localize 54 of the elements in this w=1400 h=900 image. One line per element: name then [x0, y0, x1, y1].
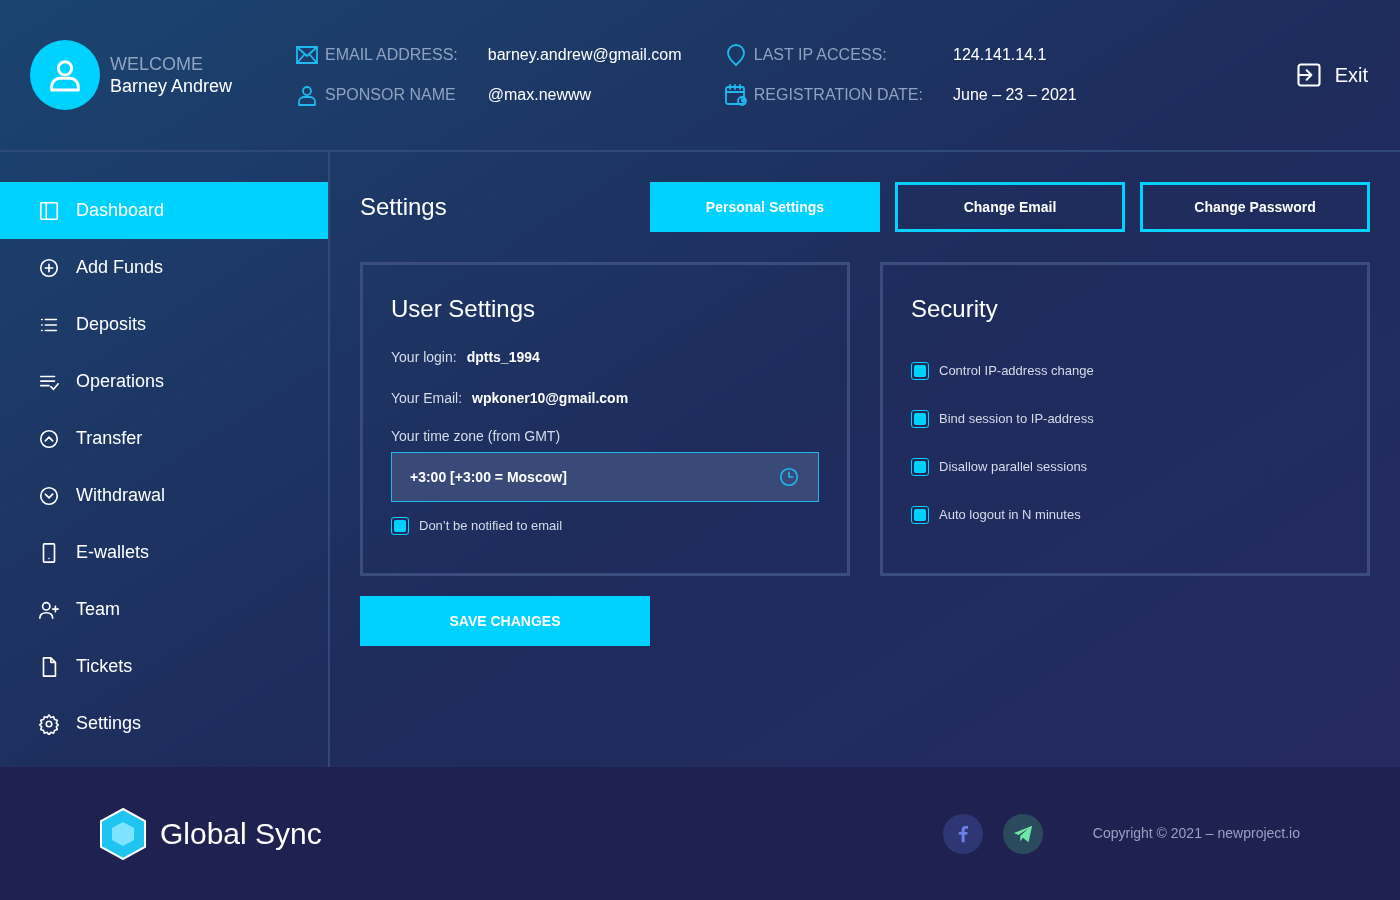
info-label: SPONSOR NAME [325, 85, 456, 105]
timezone-select[interactable]: +3:00 [+3:00 = Moscow] [391, 452, 819, 502]
plus-circle-icon [38, 256, 60, 279]
sidebar-item[interactable]: Deposits [0, 296, 328, 353]
gear-icon [38, 712, 60, 735]
welcome-label: WELCOME [110, 52, 204, 75]
info-label: EMAIL ADDRESS: [325, 45, 458, 65]
checkbox-label: Don’t be notified to email [419, 517, 563, 535]
info-value: June – 23 – 2021 [953, 85, 1077, 105]
page-title: Settings [360, 192, 448, 222]
field-label: Your login: [391, 348, 457, 367]
info-value: barney.andrew@gmail.com [487, 45, 683, 65]
tab[interactable]: Change Password [1140, 182, 1370, 232]
sidebar-item[interactable]: Tickets [0, 638, 328, 695]
checkbox[interactable] [391, 516, 409, 535]
user-name: Barney Andrew [110, 75, 234, 98]
exit-icon [1294, 61, 1323, 89]
info-value: 124.141.14.1 [953, 45, 1048, 65]
panel-title: Security [911, 294, 999, 324]
envelope-icon [295, 43, 319, 67]
checkbox-label: Auto logout in N minutes [939, 506, 1081, 525]
field-label: Your Email: [391, 389, 463, 408]
panel-title: User Settings [391, 294, 537, 324]
sidebar-item[interactable]: Withdrawal [0, 467, 328, 524]
checkbox[interactable] [911, 458, 929, 476]
info-label: REGISTRATION DATE: [753, 85, 923, 105]
info-label: LAST IP ACCESS: [753, 45, 887, 65]
sidebar-item[interactable]: Team [0, 581, 328, 638]
sidebar-item[interactable]: Transfer [0, 410, 328, 467]
exit-button[interactable]: Exit [1294, 60, 1368, 90]
checkbox[interactable] [911, 362, 929, 380]
field-value: wpkoner10@gmail.com [472, 389, 629, 408]
field-value: dptts_1994 [466, 348, 540, 367]
checkbox-label: Control IP-address change [939, 362, 1094, 381]
copyright: Copyright © 2021 – newproject.io [1092, 824, 1300, 843]
clock-icon [778, 466, 800, 488]
sidebar-item[interactable]: Add Funds [0, 239, 328, 296]
sidebar-item[interactable]: Settings [0, 695, 328, 752]
field-label: Your time zone (from GMT) [391, 427, 562, 446]
checkbox[interactable] [911, 506, 929, 524]
chevron-up-circle-icon [38, 427, 60, 450]
sidebar-item[interactable]: Operations [0, 353, 328, 410]
hexagon-logo-icon [100, 807, 146, 860]
brand-name: Global Sync [160, 816, 322, 852]
sidebar-item[interactable]: E-wallets [0, 524, 328, 581]
checkbox-label: Bind session to IP-address [939, 410, 1094, 429]
tab[interactable]: Change Email [895, 182, 1125, 232]
calendar-clock-icon [723, 83, 748, 107]
checkbox-label: Disallow parallel sessions [939, 458, 1088, 477]
checkbox[interactable] [911, 410, 929, 428]
panel-icon [38, 199, 60, 222]
user-icon [295, 83, 319, 107]
info-value: @max.newww [487, 85, 593, 105]
chevron-down-circle-icon [38, 484, 60, 507]
